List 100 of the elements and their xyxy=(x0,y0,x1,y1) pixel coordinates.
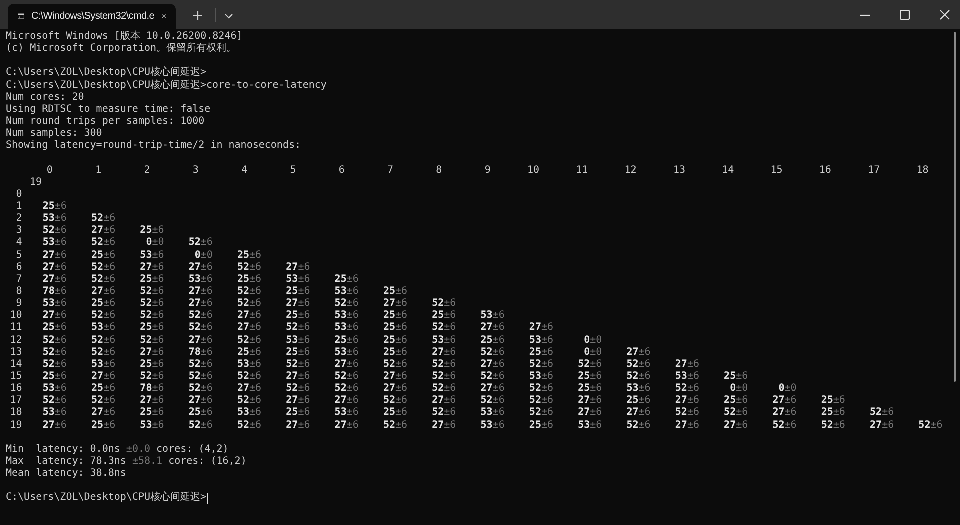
latency-cell: 25±6 xyxy=(529,346,554,358)
latency-cell: 52±6 xyxy=(432,370,456,382)
latency-cell: 52±6 xyxy=(334,370,359,382)
latency-cell: 53±6 xyxy=(529,334,554,346)
latency-cell: 53±6 xyxy=(42,237,67,248)
latency-cell: 25±6 xyxy=(140,322,164,334)
latency-cell: 25±6 xyxy=(821,407,846,418)
latency-cell: 53±6 xyxy=(334,407,359,418)
latency-cell: 52±6 xyxy=(237,370,262,382)
latency-cell: 27±6 xyxy=(140,346,164,358)
latency-cell: 25±6 xyxy=(92,298,116,310)
row-header: 16 xyxy=(10,383,22,394)
latency-cell: 27±6 xyxy=(626,407,651,418)
column-header: 13 xyxy=(673,164,686,176)
latency-cell: 25±6 xyxy=(286,286,310,297)
latency-cell: 52±6 xyxy=(334,298,359,310)
latency-cell: 27±6 xyxy=(286,370,310,382)
row-header: 15 xyxy=(10,370,22,382)
latency-cell: 25±6 xyxy=(626,395,651,406)
latency-cell: 52±6 xyxy=(42,358,67,370)
plus-icon[interactable] xyxy=(193,11,203,21)
terminal-icon xyxy=(18,11,24,22)
latency-cell: 27±6 xyxy=(188,262,213,273)
latency-cell: 78±6 xyxy=(140,383,164,394)
latency-cell: 25±6 xyxy=(92,250,116,261)
text-cursor-icon xyxy=(206,492,208,504)
scrollbar[interactable] xyxy=(954,32,956,382)
latency-cell: 27±6 xyxy=(626,346,651,358)
latency-cell: 52±6 xyxy=(140,286,164,297)
latency-cell: 78±6 xyxy=(188,346,213,358)
latency-cell: 27±6 xyxy=(334,395,359,406)
latency-cell: 52±6 xyxy=(42,395,67,406)
latency-cell: 52±6 xyxy=(383,358,408,370)
latency-cell: 52±6 xyxy=(188,370,213,382)
latency-cell: 25±6 xyxy=(334,334,359,346)
maximize-icon[interactable] xyxy=(900,10,910,20)
column-header: 0 xyxy=(46,164,53,176)
command-prompt: C:\Users\ZOL\Desktop\CPU核心间延迟> xyxy=(6,492,207,504)
latency-cell: 53±6 xyxy=(140,420,164,430)
latency-cell: 25±6 xyxy=(334,274,359,285)
latency-cell: 25±6 xyxy=(724,395,748,406)
column-header: 10 xyxy=(527,164,540,176)
latency-cell: 52±6 xyxy=(772,420,797,430)
latency-cell: 53±6 xyxy=(237,407,262,418)
console-line: Using RDTSC to measure time: false xyxy=(6,104,212,116)
latency-cell: 52±6 xyxy=(92,237,116,248)
chevron-down-icon[interactable] xyxy=(225,14,233,19)
latency-cell: 25±6 xyxy=(578,370,602,382)
latency-cell: 0±0 xyxy=(146,237,164,248)
latency-cell: 25±6 xyxy=(480,334,505,346)
latency-cell: 52±6 xyxy=(140,370,164,382)
latency-cell: 53±6 xyxy=(92,358,116,370)
latency-cell: 52±6 xyxy=(237,334,262,346)
latency-cell: 52±6 xyxy=(140,310,164,322)
latency-cell: 53±6 xyxy=(480,407,505,418)
latency-cell: 27±6 xyxy=(383,383,408,394)
latency-cell: 25±6 xyxy=(237,250,262,261)
latency-cell: 27±6 xyxy=(92,370,116,382)
latency-cell: 25±6 xyxy=(140,225,164,236)
column-header: 17 xyxy=(868,164,880,176)
latency-cell: 53±6 xyxy=(42,213,67,224)
latency-cell: 53±6 xyxy=(529,370,554,382)
row-header: 6 xyxy=(16,262,22,273)
latency-cell: 0±0 xyxy=(730,383,748,394)
latency-cell: 52±6 xyxy=(42,346,67,358)
latency-cell: 52±6 xyxy=(188,310,213,322)
console-line: Microsoft Windows [版本 10.0.26200.8246] xyxy=(6,31,244,42)
latency-cell: 25±6 xyxy=(432,310,456,322)
latency-cell: 27±6 xyxy=(529,322,554,334)
latency-cell: 27±6 xyxy=(432,420,456,430)
latency-cell: 25±6 xyxy=(188,407,213,418)
latency-cell: 27±6 xyxy=(140,262,164,273)
latency-cell: 53±6 xyxy=(42,383,67,394)
column-header: 11 xyxy=(576,164,588,176)
terminal-tab[interactable]: C:\Windows\System32\cmd.e xyxy=(8,4,176,29)
latency-cell: 52±6 xyxy=(286,358,310,370)
latency-cell: 25±6 xyxy=(286,310,310,322)
latency-cell: 27±6 xyxy=(286,262,310,273)
latency-cell: 52±6 xyxy=(626,358,651,370)
row-header: 10 xyxy=(10,310,22,322)
row-header: 7 xyxy=(16,274,22,285)
latency-cell: 52±6 xyxy=(188,420,213,430)
latency-cell: 52±6 xyxy=(529,358,554,370)
close-icon[interactable] xyxy=(940,10,950,20)
console-line: (c) Microsoft Corporation。保留所有权利。 xyxy=(6,43,238,56)
row-header: 19 xyxy=(10,420,22,430)
latency-cell: 52±6 xyxy=(529,407,554,418)
column-header: 15 xyxy=(770,164,783,176)
latency-cell: 0±0 xyxy=(778,383,797,394)
latency-cell: 25±6 xyxy=(42,322,67,334)
row-header: 4 xyxy=(16,237,22,248)
latency-cell: 53±6 xyxy=(480,310,505,322)
latency-cell: 25±6 xyxy=(140,407,164,418)
latency-cell: 53±6 xyxy=(92,322,116,334)
latency-cell: 25±6 xyxy=(286,407,310,418)
column-header: 12 xyxy=(624,164,637,176)
latency-cell: 52±6 xyxy=(675,383,700,394)
close-icon[interactable] xyxy=(162,12,166,21)
latency-cell: 52±6 xyxy=(237,262,262,273)
latency-cell: 52±6 xyxy=(626,370,651,382)
